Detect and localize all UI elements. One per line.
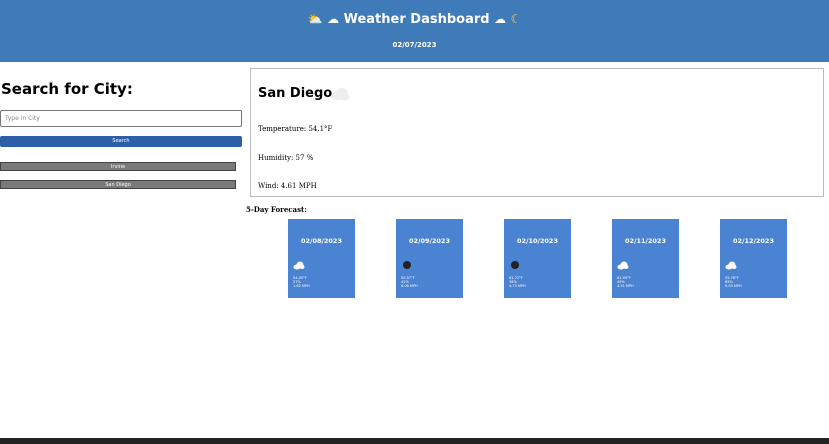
sun-cloud-icon: ⛅	[307, 12, 323, 26]
current-humidity: Humidity: 57 %	[258, 154, 314, 162]
forecast-heading: 5-Day Forecast:	[246, 205, 307, 214]
header: ⛅ ☁ Weather Dashboard ☁ ☾ 02/07/2023	[0, 0, 829, 62]
moon-icon: ☾	[510, 12, 522, 26]
forecast-date: 02/09/2023	[409, 237, 450, 245]
cloud-icon	[331, 88, 350, 101]
current-temperature: Temperature: 54.1°F	[258, 125, 333, 133]
forecast-wind: 6.06 MPH	[401, 284, 418, 288]
forecast-card: 02/11/2023 61.99°F 49% 4.51 MPH	[612, 219, 679, 298]
bottom-bar	[0, 438, 829, 444]
current-weather-panel: San Diego Temperature: 54.1°F Humidity: …	[250, 68, 824, 197]
history-button-irvine[interactable]: Irvine	[0, 162, 236, 171]
forecast-date: 02/11/2023	[625, 237, 666, 245]
app-title-row: ⛅ ☁ Weather Dashboard ☁ ☾	[0, 12, 829, 27]
current-wind: Wind: 4.61 MPH	[258, 182, 317, 190]
search-heading: Search for City:	[1, 80, 133, 98]
header-date: 02/07/2023	[392, 41, 437, 49]
cloud-icon	[617, 261, 629, 270]
forecast-wind: 1.62 MPH	[293, 284, 310, 288]
forecast-card: 02/08/2023 54.05°F 57% 1.62 MPH	[288, 219, 355, 298]
city-search-input[interactable]	[0, 110, 242, 127]
cloud-icon: ☁	[327, 12, 340, 26]
search-button[interactable]: Search	[0, 136, 242, 147]
dark-circle-icon	[511, 261, 519, 269]
forecast-card: 02/10/2023 61.72°F 36% 4.73 MPH	[504, 219, 571, 298]
forecast-card: 02/09/2023 50.57°F 42% 6.06 MPH	[396, 219, 463, 298]
cloud-icon: ☁	[494, 12, 507, 26]
current-city-name: San Diego	[258, 86, 333, 101]
forecast-date: 02/12/2023	[733, 237, 774, 245]
forecast-card: 02/12/2023 55.76°F 65% 9.05 MPH	[720, 219, 787, 298]
forecast-date: 02/10/2023	[517, 237, 558, 245]
app-title: Weather Dashboard	[343, 12, 490, 27]
dark-circle-icon	[403, 261, 411, 269]
forecast-wind: 4.51 MPH	[617, 284, 634, 288]
forecast-wind: 9.05 MPH	[725, 284, 742, 288]
cloud-icon	[293, 261, 305, 270]
forecast-date: 02/08/2023	[301, 237, 342, 245]
forecast-wind: 4.73 MPH	[509, 284, 526, 288]
cloud-icon	[725, 261, 737, 270]
history-button-san-diego[interactable]: San Diego	[0, 180, 236, 189]
